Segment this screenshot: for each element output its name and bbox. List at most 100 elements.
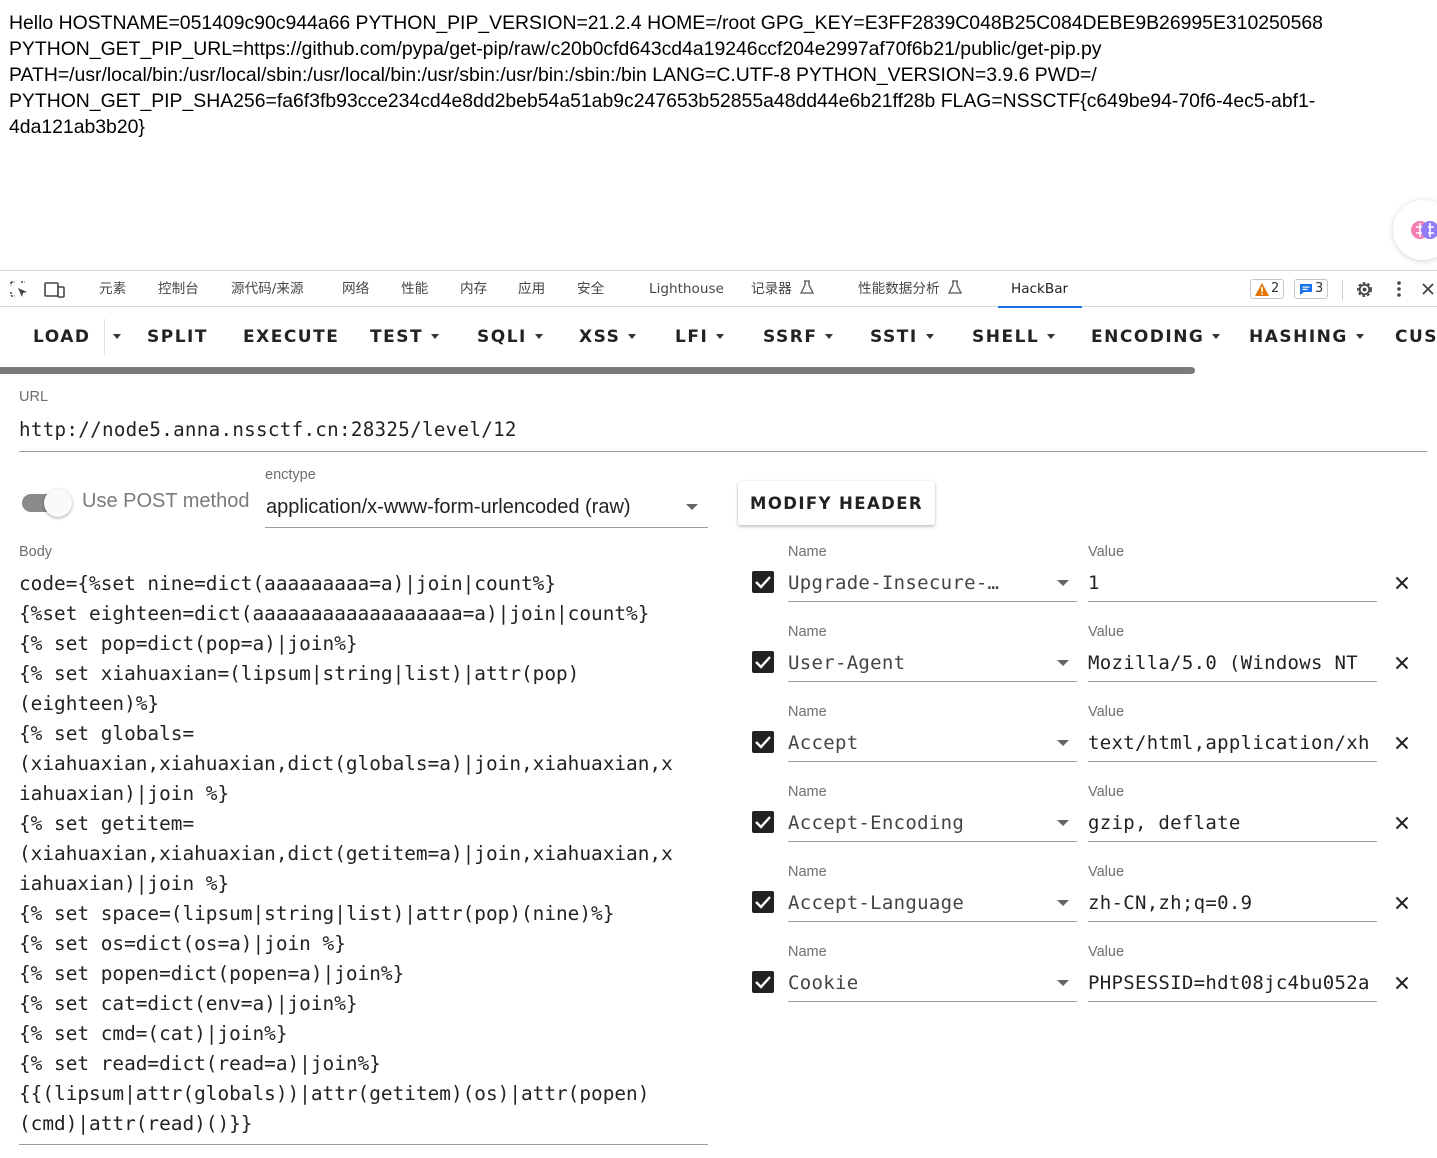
header-name-value: Accept-Encoding [788,812,965,834]
ssti-menu-button[interactable]: SSTI [870,307,934,367]
close-devtools-icon[interactable] [1421,282,1435,296]
url-label: URL [19,389,49,405]
header-row: Name Value Cookie PHPSESSID=hdt08jc4bu05… [0,944,1437,1024]
checkmark-icon [755,736,771,749]
header-name-select[interactable]: User-Agent [788,646,1077,682]
post-method-label: Use POST method [82,490,250,512]
execute-button[interactable]: EXECUTE [243,307,339,367]
load-menu-button[interactable] [105,307,125,367]
header-value-input[interactable]: PHPSESSID=hdt08jc4bu052a [1088,966,1377,1002]
inspect-element-icon[interactable] [10,281,30,299]
header-enabled-checkbox[interactable] [752,811,774,833]
lfi-menu-button[interactable]: LFI [675,307,725,367]
header-name-value: User-Agent [788,652,906,674]
remove-header-icon[interactable] [1395,736,1409,750]
header-value-input[interactable]: gzip, deflate [1088,806,1377,842]
header-enabled-checkbox[interactable] [752,731,774,753]
tab-performance[interactable]: 性能 [401,271,428,307]
more-options-icon[interactable] [1396,280,1402,298]
remove-header-icon[interactable] [1395,976,1409,990]
xss-menu-button[interactable]: XSS [579,307,637,367]
header-name-select[interactable]: Cookie [788,966,1077,1002]
header-name-select[interactable]: Accept [788,726,1077,762]
header-value-input[interactable]: zh-CN,zh;q=0.9 [1088,886,1377,922]
header-enabled-checkbox[interactable] [752,971,774,993]
chevron-down-icon [1355,334,1364,339]
header-name-select[interactable]: Accept-Encoding [788,806,1077,842]
header-value-text: Mozilla/5.0 (Windows NT [1088,652,1358,674]
header-enabled-checkbox[interactable] [752,651,774,673]
tab-performance-insights[interactable]: 性能数据分析 [858,271,962,307]
header-name-select[interactable]: Accept-Language [788,886,1077,922]
checkmark-icon [755,816,771,829]
header-name-label: Name [788,944,827,960]
checkmark-icon [755,576,771,589]
header-name-value: Accept [788,732,859,754]
hashing-menu-label: HASHING [1249,327,1348,347]
header-enabled-checkbox[interactable] [752,891,774,913]
header-name-select[interactable]: Upgrade-Insecure-… [788,566,1077,602]
ssrf-menu-button[interactable]: SSRF [763,307,834,367]
header-value-label: Value [1088,944,1125,960]
tab-sources[interactable]: 源代码/来源 [231,271,304,307]
toolbar-horizontal-scrollbar[interactable] [0,367,1195,374]
messages-badge[interactable]: 3 [1294,279,1329,299]
device-toolbar-icon[interactable] [44,281,66,299]
hashing-menu-button[interactable]: HASHING [1249,307,1364,367]
devtools-tab-bar: 元素 控制台 源代码/来源 网络 性能 内存 应用 安全 Lighthouse … [0,270,1437,308]
remove-header-icon[interactable] [1395,896,1409,910]
tab-elements[interactable]: 元素 [99,271,126,307]
tab-memory[interactable]: 内存 [460,271,487,307]
tab-network[interactable]: 网络 [342,271,369,307]
output-line: PYTHON_GET_PIP_URL=https://github.com/py… [9,38,1102,60]
header-value-text: 1 [1088,572,1100,594]
page-output-text: Hello HOSTNAME=051409c90c944a66 PYTHON_P… [9,10,1429,140]
test-menu-button[interactable]: TEST [370,307,440,367]
shell-menu-label: SHELL [972,327,1040,347]
warnings-badge[interactable]: 2 [1250,279,1285,299]
header-value-label: Value [1088,864,1125,880]
output-line: Hello HOSTNAME=051409c90c944a66 PYTHON_P… [9,12,1323,34]
xss-menu-label: XSS [579,327,621,347]
checkmark-icon [755,656,771,669]
post-method-toggle-thumb[interactable] [44,489,72,517]
checkmark-icon [755,896,771,909]
load-button[interactable]: LOAD [33,307,91,367]
remove-header-icon[interactable] [1395,816,1409,830]
header-row: Name Value User-Agent Mozilla/5.0 (Windo… [0,624,1437,704]
tab-security[interactable]: 安全 [577,271,604,307]
body-line: (cmd)|attr(read)()}} [19,1112,253,1135]
header-value-text: gzip, deflate [1088,812,1241,834]
remove-header-icon[interactable] [1395,656,1409,670]
chevron-down-icon [1212,334,1221,339]
chevron-down-icon [1057,980,1069,986]
tab-console[interactable]: 控制台 [158,271,199,307]
custom-menu-button[interactable]: CUST [1395,307,1437,367]
chevron-down-icon [925,334,934,339]
message-icon [1300,284,1312,295]
header-name-label: Name [788,544,827,560]
messages-count: 3 [1315,281,1324,296]
header-value-input[interactable]: text/html,application/xh [1088,726,1377,762]
header-value-input[interactable]: Mozilla/5.0 (Windows NT [1088,646,1377,682]
url-input[interactable]: http://node5.anna.nssctf.cn:28325/level/… [19,416,1427,452]
tab-recorder[interactable]: 记录器 [751,271,815,307]
settings-gear-icon[interactable] [1354,279,1375,300]
body-line: {% set read=dict(read=a)|join%} [19,1052,381,1075]
assistant-launcher-button[interactable] [1393,200,1437,260]
modify-header-button[interactable]: MODIFY HEADER [738,481,935,525]
header-enabled-checkbox[interactable] [752,571,774,593]
output-line: PATH=/usr/local/bin:/usr/local/sbin:/usr… [9,64,1097,86]
header-value-label: Value [1088,544,1125,560]
remove-header-icon[interactable] [1395,576,1409,590]
shell-menu-button[interactable]: SHELL [972,307,1056,367]
enctype-select[interactable]: application/x-www-form-urlencoded (raw) [265,492,708,528]
tab-application[interactable]: 应用 [518,271,545,307]
tab-hackbar[interactable]: HackBar [997,271,1083,308]
sqli-menu-label: SQLI [477,327,527,347]
split-button[interactable]: SPLIT [147,307,208,367]
sqli-menu-button[interactable]: SQLI [477,307,543,367]
tab-lighthouse[interactable]: Lighthouse [649,271,724,307]
encoding-menu-button[interactable]: ENCODING [1091,307,1221,367]
header-value-input[interactable]: 1 [1088,566,1377,602]
